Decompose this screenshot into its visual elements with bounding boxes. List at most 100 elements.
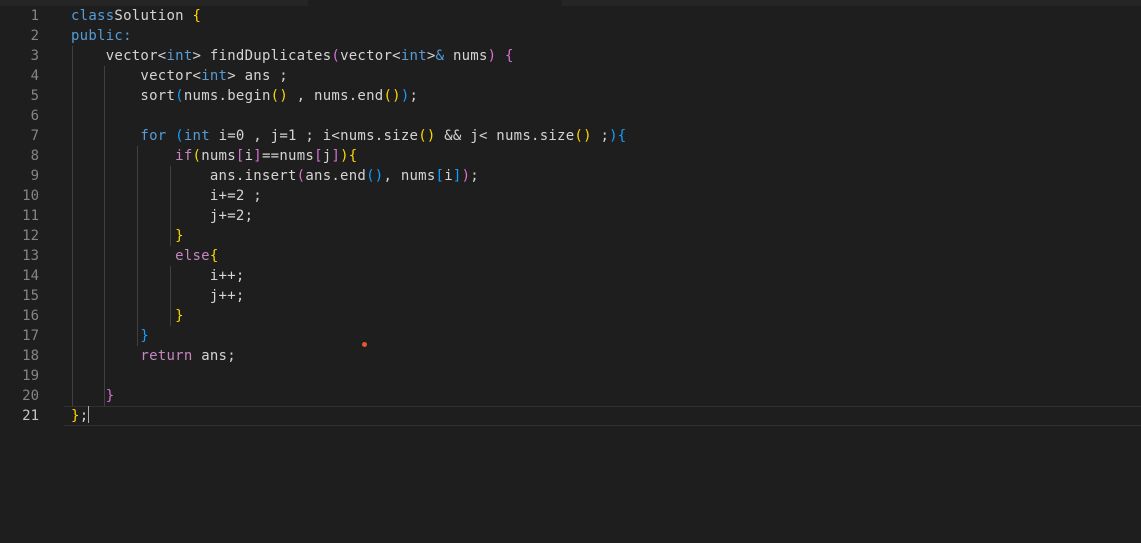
code-text[interactable]: for (int i=0 , j=1 ; i<nums.size() && j<… (71, 126, 626, 146)
code-text[interactable]: i+=2 ; (71, 186, 262, 206)
line-number: 12 (22, 228, 39, 244)
line-number: 2 (30, 28, 39, 44)
code-token: } (71, 408, 80, 424)
code-token: ==nums (261, 148, 315, 164)
code-text[interactable]: if(nums[i]==nums[j]){ (71, 146, 357, 166)
code-token: ( (331, 48, 341, 64)
line-number: 13 (22, 248, 39, 264)
code-line[interactable]: 19 (0, 366, 1141, 386)
code-line[interactable]: 5 sort(nums.begin() , nums.end()); (0, 86, 1141, 106)
code-token: public: (71, 28, 132, 44)
code-line[interactable]: 9 ans.insert(ans.end(), nums[i]); (0, 166, 1141, 186)
code-line[interactable]: 3 vector<int> findDuplicates(vector<int>… (0, 46, 1141, 66)
code-line[interactable]: 21}; (0, 406, 1141, 426)
code-token: > ans ; (227, 68, 288, 84)
line-number: 20 (22, 388, 39, 404)
code-text[interactable]: ans.insert(ans.end(), nums[i]); (71, 166, 479, 186)
code-token: { (209, 248, 219, 264)
indent-guide (170, 266, 171, 326)
indent-guide (104, 66, 105, 406)
code-token: ans; (192, 348, 236, 364)
code-token: int (400, 48, 427, 64)
code-token: nums (201, 148, 236, 164)
code-token: j+=2; (71, 208, 254, 224)
line-number: 17 (22, 328, 39, 344)
line-number: 8 (30, 148, 39, 164)
code-line[interactable]: 2 public: (0, 26, 1141, 46)
code-line[interactable]: 4 vector<int> ans ; (0, 66, 1141, 86)
code-line[interactable]: 15 j++; (0, 286, 1141, 306)
code-token: [ (435, 168, 445, 184)
code-token: i+=2 ; (71, 188, 262, 204)
code-line[interactable]: 12 } (0, 226, 1141, 246)
code-text[interactable]: else{ (71, 246, 219, 266)
code-token: i (444, 168, 453, 184)
code-token: ( (175, 88, 184, 104)
code-line[interactable]: 8 if(nums[i]==nums[j]){ (0, 146, 1141, 166)
code-token: , nums (383, 168, 436, 184)
code-token: int (183, 128, 210, 144)
line-number: 14 (22, 268, 39, 284)
code-token: ) (461, 168, 471, 184)
line-number: 6 (30, 108, 39, 124)
code-token: for (71, 128, 167, 144)
code-text[interactable]: } (71, 386, 114, 406)
code-text[interactable]: vector<int> findDuplicates(vector<int>& … (71, 46, 514, 66)
code-text[interactable]: } (71, 226, 184, 246)
code-token: ] (253, 148, 262, 164)
line-number: 16 (22, 308, 39, 324)
code-text[interactable]: classSolution { (71, 6, 201, 26)
line-number: 1 (30, 8, 39, 24)
code-token: > findDuplicates (192, 48, 332, 64)
code-line[interactable]: 11 j+=2; (0, 206, 1141, 226)
code-text[interactable]: i++; (71, 266, 245, 286)
code-token: () (574, 128, 592, 144)
code-text[interactable]: return ans; (71, 346, 236, 366)
line-number: 7 (30, 128, 39, 144)
code-token: return (71, 348, 193, 364)
code-line[interactable]: 20 } (0, 386, 1141, 406)
code-text[interactable]: } (71, 306, 184, 326)
code-token: () (270, 88, 288, 104)
line-number: 5 (30, 88, 39, 104)
code-token: ] (452, 168, 462, 184)
code-token: i++; (71, 268, 245, 284)
code-line[interactable]: 6 (0, 106, 1141, 126)
line-number: 19 (22, 368, 39, 384)
code-line[interactable]: 14 i++; (0, 266, 1141, 286)
code-token: ) (400, 88, 410, 104)
code-token: class (71, 8, 115, 24)
code-line[interactable]: 17 } (0, 326, 1141, 346)
line-number: 3 (30, 48, 39, 64)
code-text[interactable]: j++; (71, 286, 245, 306)
code-text[interactable]: }; (71, 406, 90, 426)
code-line[interactable]: 10 i+=2 ; (0, 186, 1141, 206)
indent-guide (72, 46, 73, 406)
code-token: & (435, 48, 445, 64)
code-text[interactable]: j+=2; (71, 206, 253, 226)
code-line[interactable]: 13 else{ (0, 246, 1141, 266)
code-token: else (71, 248, 210, 264)
code-line[interactable]: 16 } (0, 306, 1141, 326)
code-token: } (71, 388, 115, 404)
code-token: ; (591, 128, 610, 144)
code-token: } (71, 228, 184, 244)
code-token: ; (409, 88, 419, 104)
code-token: } (71, 308, 184, 324)
code-line[interactable]: 7 for (int i=0 , j=1 ; i<nums.size() && … (0, 126, 1141, 146)
code-token: , nums.end (288, 88, 384, 104)
code-token: [ (314, 148, 323, 164)
code-token: ; (470, 168, 479, 184)
code-text[interactable]: sort(nums.begin() , nums.end()); (71, 86, 418, 106)
line-number: 10 (22, 188, 39, 204)
line-number: 15 (22, 288, 39, 304)
code-token: nums (444, 48, 488, 64)
code-editor[interactable]: 1 classSolution {2 public: 3 vector<int> fi… (0, 6, 1141, 543)
code-token: { (192, 8, 202, 24)
code-text[interactable]: public: (71, 26, 132, 46)
code-line[interactable]: 18 return ans; (0, 346, 1141, 366)
code-token: ){ (609, 128, 627, 144)
code-token: ( (192, 148, 202, 164)
text-cursor (88, 406, 90, 423)
code-line[interactable]: 1 classSolution { (0, 6, 1141, 26)
